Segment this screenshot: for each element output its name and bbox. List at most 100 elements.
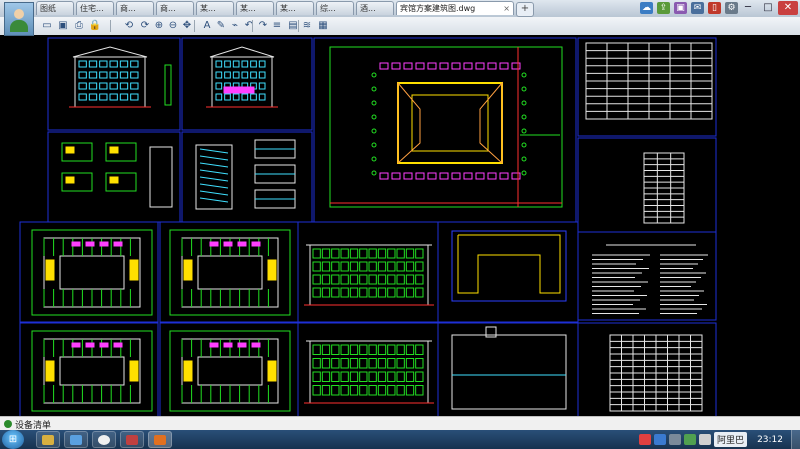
elevation-front-window <box>78 82 87 90</box>
taskbar-app-qq[interactable] <box>92 431 116 448</box>
network-tray-icon[interactable] <box>684 434 697 445</box>
system-tray: 阿里巴 23:12 <box>639 430 800 449</box>
elevation-front-window <box>99 71 108 79</box>
share-icon[interactable]: ⇪ <box>657 2 670 14</box>
floor-plan-4-fixture <box>251 342 261 348</box>
tab-8[interactable]: 综... <box>316 1 354 15</box>
elevation-side-window <box>215 71 223 79</box>
start-button[interactable]: ⊞ <box>2 430 24 449</box>
elevation-side-window <box>232 93 240 101</box>
elevation-long-2-window <box>368 371 377 382</box>
detail-fill <box>109 146 119 154</box>
pan-icon[interactable]: ✥ <box>180 19 194 33</box>
cloud-icon[interactable]: ☁ <box>640 2 653 14</box>
tree-icon <box>521 72 527 78</box>
pencil-icon[interactable]: ✎ <box>214 19 228 33</box>
tab-1[interactable]: 图纸 <box>36 1 74 15</box>
elevation-front-window <box>130 60 139 68</box>
detail-fill <box>65 146 75 154</box>
elevation-long-2-window <box>331 371 340 382</box>
elevation-long-2-window <box>349 344 359 355</box>
tab-4[interactable]: 商... <box>156 1 194 15</box>
flag-icon[interactable] <box>699 434 712 445</box>
tree-icon <box>521 100 527 106</box>
antivirus-icon[interactable] <box>639 434 652 445</box>
taskbar-app-network[interactable] <box>64 431 88 448</box>
drawing-canvas[interactable] <box>0 35 800 416</box>
elevation-front-window <box>78 93 87 101</box>
elevation-long-1-window <box>377 274 387 285</box>
parking-space <box>499 62 509 70</box>
layer-icon[interactable]: ≡ <box>270 19 284 33</box>
tab-2[interactable]: 住宅... <box>76 1 114 15</box>
elevation-long-1-window <box>387 261 396 272</box>
user-avatar[interactable] <box>4 2 34 36</box>
close-button[interactable]: ✕ <box>778 1 798 15</box>
elevation-side-window <box>232 71 240 79</box>
lock-icon[interactable]: 🔒 <box>88 19 102 33</box>
redo-icon[interactable]: ↷ <box>256 19 270 33</box>
maximize-button[interactable]: □ <box>758 1 778 15</box>
elevation-long-1-window <box>405 261 415 272</box>
elevation-long-1-window <box>312 287 321 298</box>
volume-icon[interactable] <box>669 434 682 445</box>
floor-plan-1-stair <box>45 259 55 281</box>
tab-3[interactable]: 商... <box>116 1 154 15</box>
taskbar-app-books[interactable] <box>120 431 144 448</box>
tab-6[interactable]: 某... <box>236 1 274 15</box>
tab-close-icon[interactable]: × <box>503 2 510 15</box>
elevation-side-window <box>215 82 223 90</box>
rotate-icon[interactable]: ⟲ <box>122 19 136 33</box>
parking-space <box>451 62 461 70</box>
drawing-sheet-16 <box>437 322 579 416</box>
elevation-long-1-window <box>415 261 424 272</box>
minimize-button[interactable]: ─ <box>738 1 758 15</box>
settings-icon[interactable]: ⚙ <box>725 2 738 14</box>
print-icon[interactable]: ⎙ <box>72 19 86 33</box>
tree-icon <box>521 114 527 120</box>
zoom-out-icon[interactable]: ⊖ <box>166 19 180 33</box>
parking-space <box>475 62 485 70</box>
tab-5[interactable]: 某... <box>196 1 234 15</box>
tab-active-drawing[interactable]: 宾馆方案建筑图.dwg × <box>396 1 514 15</box>
mail-icon[interactable]: ✉ <box>691 2 704 14</box>
elevation-front-window <box>88 93 98 101</box>
taskbar-app-cad-viewer[interactable] <box>148 431 172 448</box>
mobile-icon[interactable]: ▯ <box>708 2 721 14</box>
tree-icon <box>521 142 527 148</box>
taskbar-app-explorer[interactable] <box>36 431 60 448</box>
brush-icon[interactable]: ⌁ <box>228 19 242 33</box>
undo-icon[interactable]: ↶ <box>242 19 256 33</box>
image-icon[interactable]: ▣ <box>674 2 687 14</box>
open-icon[interactable]: ▭ <box>40 19 54 33</box>
elevation-long-1-window <box>368 287 377 298</box>
floor-plan-3-fixture <box>71 342 81 348</box>
elevation-long-1-window <box>349 287 359 298</box>
site-boundary <box>329 46 563 208</box>
elevation-long-2-window <box>349 371 359 382</box>
ime-label[interactable]: 阿里巴 <box>714 432 748 447</box>
app-tool-icons: ☁ ⇪ ▣ ✉ ▯ ⚙ <box>640 2 738 14</box>
block-icon[interactable]: ▦ <box>316 19 330 33</box>
clock[interactable]: 23:12 <box>757 435 783 445</box>
elevation-long-1-window <box>349 274 359 285</box>
tab-9[interactable]: 酒... <box>356 1 394 15</box>
show-desktop-button[interactable] <box>791 430 800 449</box>
tab-7[interactable]: 某... <box>276 1 314 15</box>
elevation-long-1-window <box>415 274 424 285</box>
elevation-front-window <box>109 82 118 90</box>
new-tab-button[interactable]: + <box>516 2 534 17</box>
floor-plan-3-fixture <box>113 342 123 348</box>
text-icon[interactable]: A <box>200 19 214 33</box>
parking-space <box>463 172 473 180</box>
save-icon[interactable]: ▣ <box>56 19 70 33</box>
zoom-in-icon[interactable]: ⊕ <box>152 19 166 33</box>
ime-icon[interactable] <box>654 434 667 445</box>
elevation-long-1-window <box>312 274 321 285</box>
elevation-long-2-window <box>340 344 349 355</box>
elevation-long-1-window <box>321 287 331 298</box>
measure-icon[interactable]: ≋ <box>300 19 314 33</box>
toolbar-separator <box>110 20 111 32</box>
rotate-right-icon[interactable]: ⟳ <box>138 19 152 33</box>
elevation-side-roof <box>209 46 275 58</box>
